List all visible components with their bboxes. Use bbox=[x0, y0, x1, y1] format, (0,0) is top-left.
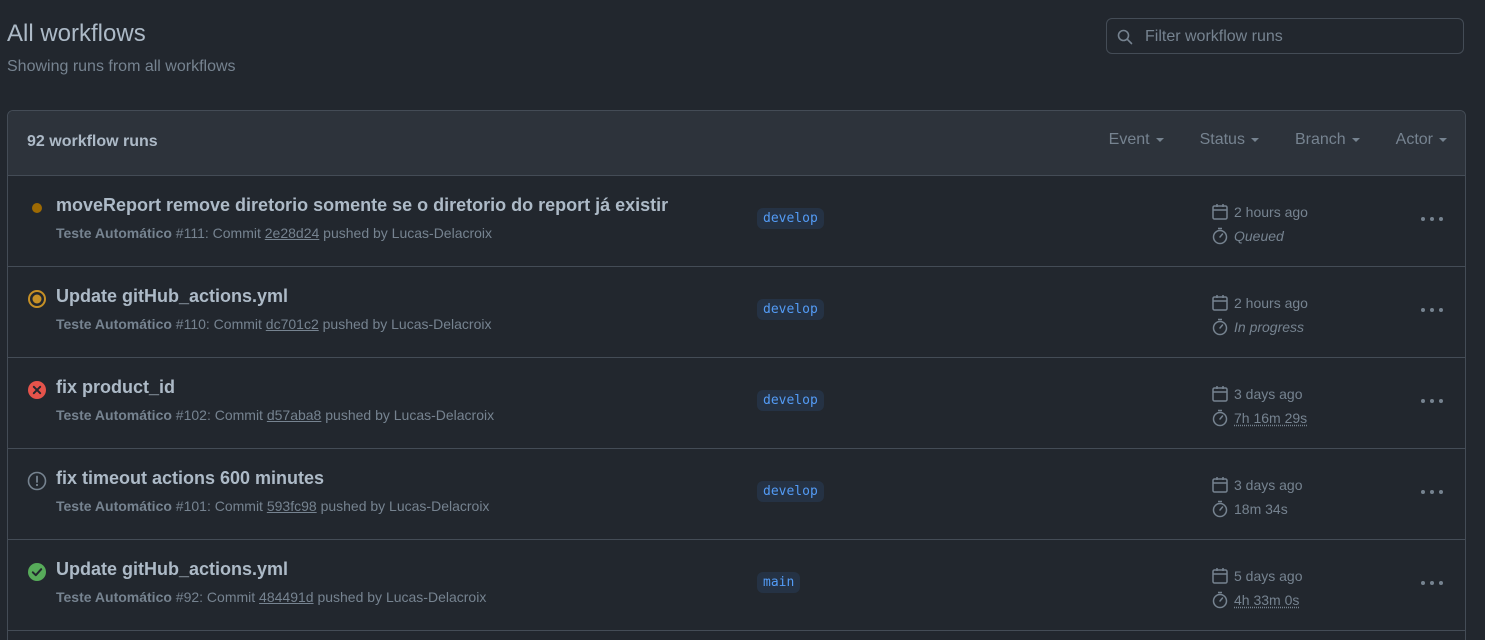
run-ref: #102: Commit bbox=[175, 407, 263, 423]
workflow-run-row[interactable]: fix timeout actions 600 minutes Teste Au… bbox=[8, 449, 1465, 540]
run-meta: Teste Automático #102: Commit d57aba8 pu… bbox=[56, 407, 494, 423]
pushed-by: pushed by Lucas-Delacroix bbox=[320, 498, 490, 514]
kebab-horizontal-icon[interactable] bbox=[1419, 578, 1445, 588]
run-title-link[interactable]: fix timeout actions 600 minutes bbox=[56, 468, 324, 489]
pushed-by: pushed by Lucas-Delacroix bbox=[323, 225, 493, 241]
workflow-name: Teste Automático bbox=[56, 316, 172, 332]
run-meta: Teste Automático #110: Commit dc701c2 pu… bbox=[56, 316, 492, 332]
workflow-runs-box: 92 workflow runs Event Status Branch Act… bbox=[7, 110, 1466, 640]
calendar-icon bbox=[1212, 295, 1228, 311]
run-date: 2 hours ago bbox=[1234, 295, 1308, 311]
workflow-name: Teste Automático bbox=[56, 225, 172, 241]
run-meta: Teste Automático #101: Commit 593fc98 pu… bbox=[56, 498, 489, 514]
run-ref: #92: Commit bbox=[175, 589, 256, 605]
branch-label[interactable]: develop bbox=[757, 208, 824, 229]
search-icon bbox=[1117, 29, 1133, 45]
branch-filter-label: Branch bbox=[1294, 131, 1346, 148]
workflow-name: Teste Automático bbox=[56, 589, 172, 605]
stopwatch-icon bbox=[1212, 591, 1228, 609]
stopwatch-icon bbox=[1212, 227, 1228, 245]
run-meta: Teste Automático #92: Commit 484491d pus… bbox=[56, 589, 486, 605]
commit-sha-link[interactable]: 484491d bbox=[259, 589, 314, 605]
runs-box-header: 92 workflow runs Event Status Branch Act… bbox=[8, 111, 1465, 176]
status-filter-menu[interactable]: Status bbox=[1200, 131, 1259, 149]
run-title-link[interactable]: moveReport remove diretorio somente se o… bbox=[56, 195, 668, 216]
run-timing: 3 days ago 7h 16m 29s bbox=[1211, 382, 1307, 430]
workflow-name: Teste Automático bbox=[56, 407, 172, 423]
branch-label[interactable]: develop bbox=[757, 390, 824, 411]
run-meta: Teste Automático #111: Commit 2e28d24 pu… bbox=[56, 225, 492, 241]
check-circle-fill-icon bbox=[28, 563, 46, 581]
actor-filter-label: Actor bbox=[1395, 131, 1433, 148]
stopwatch-icon bbox=[1212, 409, 1228, 427]
stopwatch-icon bbox=[1212, 318, 1228, 336]
run-title-link[interactable]: Update gitHub_actions.yml bbox=[56, 286, 288, 307]
branch-label[interactable]: develop bbox=[757, 299, 824, 320]
branch-filter-menu[interactable]: Branch bbox=[1295, 131, 1360, 149]
event-filter-label: Event bbox=[1108, 131, 1150, 148]
x-circle-fill-icon bbox=[28, 381, 46, 399]
stop-circle-icon bbox=[27, 471, 47, 491]
pushed-by: pushed by Lucas-Delacroix bbox=[317, 589, 487, 605]
commit-sha-link[interactable]: 2e28d24 bbox=[265, 225, 320, 241]
filter-runs-input[interactable] bbox=[1143, 19, 1457, 55]
status-filter-label: Status bbox=[1199, 131, 1245, 148]
run-timing: 3 days ago 18m 34s bbox=[1211, 473, 1303, 521]
workflow-run-row[interactable]: Update gitHub_actions.yml Teste Automáti… bbox=[8, 540, 1465, 631]
run-duration: 7h 16m 29s bbox=[1234, 410, 1308, 426]
run-timing: 2 hours ago In progress bbox=[1211, 291, 1308, 339]
commit-sha-link[interactable]: d57aba8 bbox=[267, 407, 322, 423]
run-date: 3 days ago bbox=[1234, 477, 1303, 493]
run-title-link[interactable]: fix product_id bbox=[56, 377, 175, 398]
event-filter-menu[interactable]: Event bbox=[1109, 131, 1164, 149]
run-duration: 18m 34s bbox=[1234, 501, 1288, 517]
commit-sha-link[interactable]: dc701c2 bbox=[266, 316, 319, 332]
calendar-icon bbox=[1212, 386, 1228, 402]
run-timing: 2 hours ago Queued bbox=[1211, 200, 1308, 248]
run-title-link[interactable]: Update gitHub_actions.yml bbox=[56, 559, 288, 580]
kebab-horizontal-icon[interactable] bbox=[1419, 305, 1445, 315]
pushed-by: pushed by Lucas-Delacroix bbox=[325, 407, 495, 423]
actor-filter-menu[interactable]: Actor bbox=[1396, 131, 1447, 149]
workflow-name: Teste Automático bbox=[56, 498, 172, 514]
runs-count: 92 workflow runs bbox=[27, 133, 158, 150]
chevron-down-icon bbox=[1155, 138, 1164, 142]
chevron-down-icon bbox=[1439, 138, 1447, 142]
kebab-horizontal-icon[interactable] bbox=[1419, 396, 1445, 406]
branch-label[interactable]: main bbox=[757, 572, 801, 593]
chevron-down-icon bbox=[1351, 138, 1360, 142]
queued-status-icon bbox=[32, 203, 42, 213]
run-date: 5 days ago bbox=[1234, 568, 1303, 584]
workflow-run-row[interactable]: fix product_id Teste Automático #102: Co… bbox=[8, 358, 1465, 449]
run-duration: Queued bbox=[1234, 228, 1284, 244]
branch-label[interactable]: develop bbox=[757, 481, 824, 502]
filter-runs-box[interactable] bbox=[1106, 18, 1464, 55]
calendar-icon bbox=[1212, 204, 1228, 220]
run-ref: #110: Commit bbox=[175, 316, 262, 332]
run-timing: 5 days ago 4h 33m 0s bbox=[1211, 564, 1303, 612]
calendar-icon bbox=[1212, 477, 1228, 493]
run-ref: #101: Commit bbox=[175, 498, 263, 514]
filter-menus: Event Status Branch Actor bbox=[1109, 131, 1447, 149]
run-date: 2 hours ago bbox=[1234, 204, 1308, 220]
kebab-horizontal-icon[interactable] bbox=[1419, 487, 1445, 497]
calendar-icon bbox=[1212, 568, 1228, 584]
page-subtitle: Showing runs from all workflows bbox=[7, 58, 236, 75]
run-ref: #111: Commit bbox=[175, 225, 261, 241]
stopwatch-icon bbox=[1212, 500, 1228, 518]
run-duration: 4h 33m 0s bbox=[1234, 592, 1300, 608]
workflow-run-row[interactable]: Update gitHub_actions.yml Teste Automáti… bbox=[8, 267, 1465, 358]
run-duration: In progress bbox=[1234, 319, 1305, 335]
page-title: All workflows bbox=[7, 20, 146, 47]
commit-sha-link[interactable]: 593fc98 bbox=[267, 498, 317, 514]
run-date: 3 days ago bbox=[1234, 386, 1303, 402]
kebab-horizontal-icon[interactable] bbox=[1419, 214, 1445, 224]
chevron-down-icon bbox=[1250, 138, 1259, 142]
in-progress-status-icon bbox=[28, 290, 46, 308]
workflow-run-row[interactable]: moveReport remove diretorio somente se o… bbox=[8, 176, 1465, 267]
workflows-page: All workflows Showing runs from all work… bbox=[0, 0, 1485, 640]
pushed-by: pushed by Lucas-Delacroix bbox=[322, 316, 492, 332]
